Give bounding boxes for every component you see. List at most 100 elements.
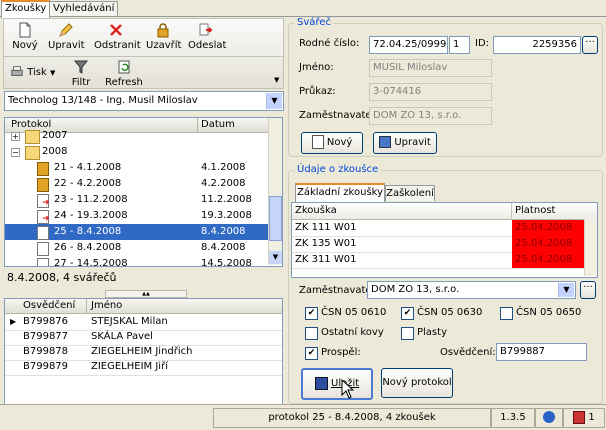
toolbar-divider [4,56,283,57]
welder-cert: B799878 [23,346,69,357]
chk-csn-0650[interactable] [500,307,513,320]
new-protocol-button[interactable]: Nový protokol [381,368,453,398]
exam-employer-select[interactable]: DOM ZO 13, s.r.o. ▼ [367,281,576,299]
tab-vyhledavani[interactable]: Vyhledávání [49,1,119,16]
welder-edit-button[interactable]: Upravit [373,132,437,154]
expand-icon[interactable]: + [11,132,20,141]
other-metals-label: Ostatní kovy [321,327,384,338]
col-exam[interactable]: Zkouška [295,205,337,216]
new-document-icon [19,22,31,38]
floppy-disk-icon [314,376,328,390]
top-tab-bar: Zkoušky Vyhledávání [0,0,606,18]
exam-group: Údaje o zkoušce Základní zkoušky Zaškole… [288,164,603,404]
tree-row-label: 24 - 19.3.2008 [54,210,128,221]
row-indicator-icon: ▶ [10,317,17,326]
tree-row[interactable]: +2007 [5,128,268,144]
exam-row[interactable]: ZK 135 W01 25.04.2008 [292,236,586,253]
status-globe[interactable] [535,408,563,428]
toolbar: Nový Upravit Odstranit Uzavřít Odeslat T… [3,18,284,89]
refresh-icon [118,60,130,74]
exam-row[interactable]: ZK 111 W01 25.04.2008 [292,220,586,237]
document-icon [37,226,49,240]
name-field[interactable]: MUSIL Miloslav [369,59,492,77]
welder-row[interactable]: B799879 ZIEGELHEIM Jiří [5,359,282,376]
birth-number-field[interactable]: 72.04.25/0999 [369,36,448,54]
csn-0650-label: ČSN 05 0650 [516,307,582,318]
employer-lookup-button[interactable]: ··· [580,281,596,299]
col-certificate[interactable]: Osvědčení [23,300,75,311]
tree-row-date: 11.2.2008 [201,194,252,205]
filter-funnel-icon [73,60,89,74]
new-button[interactable]: Nový [10,22,40,51]
status-users[interactable]: 1 [563,408,605,428]
toolbar-overflow-icon[interactable]: ▼ [274,76,279,84]
lock-button[interactable]: Uzavřít [146,22,181,51]
exam-name: ZK 111 W01 [295,222,357,233]
edit-button[interactable]: Upravit [48,22,85,51]
tab-basic-exams[interactable]: Základní zkoušky [295,183,385,202]
network-icon [573,410,586,424]
birth-number-suffix-field[interactable]: 1 [449,36,470,54]
tab-zkousky[interactable]: Zkoušky [1,0,51,18]
welder-new-button[interactable]: Nový [301,132,363,154]
collapse-icon[interactable]: − [11,148,20,157]
tree-row[interactable]: 21 - 4.1.2008 4.1.2008 [5,160,268,176]
tab-training[interactable]: Zaškolení [385,185,435,201]
lock-icon [157,23,169,38]
card-field[interactable]: 3-074416 [369,83,492,101]
chk-csn-0610[interactable]: ✔ [305,307,318,320]
employer-label: Zaměstnavatel: [299,110,378,121]
tree-row[interactable]: 22 - 4.2.2008 4.2.2008 [5,176,268,192]
delete-x-icon [110,24,122,36]
plastics-label: Plasty [417,327,447,338]
certificate-field[interactable]: B799887 [496,343,587,361]
lock-icon [37,162,49,176]
save-button[interactable]: Uložit [301,368,373,400]
id-field[interactable]: 2259356 [493,36,581,54]
technolog-select[interactable]: Technolog 13/148 - Ing. Musil Miloslav ▼ [4,91,284,111]
tree-row[interactable]: ➜ 23 - 11.2.2008 11.2.2008 [5,192,268,208]
exam-employer-label: Zaměstnavatel: [299,285,378,296]
tree-row[interactable]: ➜ 24 - 19.3.2008 19.3.2008 [5,208,268,224]
employer-field[interactable]: DOM ZO 13, s.r.o. [369,107,492,125]
splitter-handle[interactable]: ▲▲ [105,290,187,298]
tree-row[interactable]: − 2008 [5,144,268,160]
tree-row[interactable]: 25 - 8.4.2008 8.4.2008 [5,224,268,240]
dropdown-arrow-icon: ▼ [49,69,56,77]
chk-plastics[interactable] [401,327,414,340]
chk-passed[interactable]: ✔ [305,347,318,360]
chevron-down-icon[interactable]: ▼ [266,93,282,109]
remove-button[interactable]: Odstranit [94,22,141,51]
id-lookup-button[interactable]: ··· [582,36,598,54]
svarec-group: Svářeč Rodné číslo: 72.04.25/0999 1 ID: … [288,17,603,157]
welder-name: STEJSKAL Milan [91,316,168,327]
welder-name: ZIEGELHEIM Jiří [91,361,168,372]
exam-title: Údaje o zkoušce [295,164,381,175]
exam-grid: Zkouška Platnost ZK 111 W01 25.04.2008 ZK … [291,202,598,278]
printer-icon [11,66,23,76]
chk-other-metals[interactable] [305,327,318,340]
exam-scrollbar[interactable] [584,219,597,276]
scroll-down-icon[interactable]: ▼ [269,251,282,264]
id-label: ID: [475,38,490,49]
send-button[interactable]: Odeslat [188,22,226,51]
tree-row-label: 26 - 8.4.2008 [54,242,122,253]
welders-grid: Osvědčení Jméno ▶ B799876 STEJSKAL Milan B7… [4,298,283,406]
globe-icon [543,411,555,423]
chevron-down-icon[interactable]: ▼ [558,283,574,297]
col-valid[interactable]: Platnost [515,205,555,216]
exam-row[interactable]: ZK 311 W01 25.04.2008 [292,252,586,269]
filter-button[interactable]: Filtr [66,59,96,88]
tree-scrollbar[interactable]: ▼ [268,118,282,265]
send-icon [199,23,213,36]
edit-icon [379,136,392,148]
scrollbar-thumb[interactable] [269,196,282,241]
refresh-button[interactable]: Refresh [104,59,144,88]
tree-row[interactable]: 26 - 8.4.2008 8.4.2008 [5,240,268,256]
tree-row[interactable]: 27 - 14.5.2008 14.5.2008 [5,256,268,266]
chk-csn-0630[interactable]: ✔ [401,307,414,320]
print-button[interactable]: Tisk ▼ [10,65,58,79]
col-name[interactable]: Jméno [91,300,122,311]
tree-row-date: 4.2.2008 [201,178,246,189]
exam-valid: 25.04.2008 [512,220,586,236]
